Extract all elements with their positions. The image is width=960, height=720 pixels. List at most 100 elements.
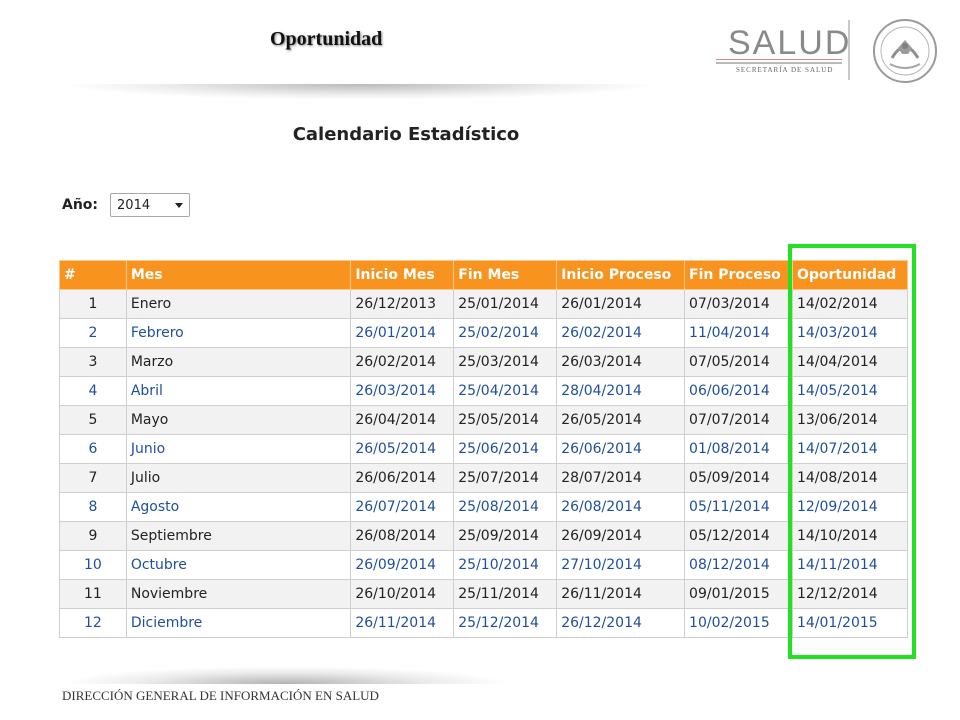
cell-inicio-proceso: 26/02/2014 — [556, 318, 686, 348]
cell-oportunidad: 14/03/2014 — [791, 318, 909, 348]
cell-mes: Enero — [125, 289, 352, 319]
cell-fin-mes: 25/10/2014 — [453, 550, 558, 580]
cell-inicio-proceso: 26/06/2014 — [556, 434, 686, 464]
cell-number: 8 — [59, 492, 127, 522]
cell-fin-proceso: 06/06/2014 — [684, 376, 793, 406]
cell-oportunidad: 12/12/2014 — [791, 579, 909, 609]
cell-inicio-proceso: 27/10/2014 — [556, 550, 686, 580]
page-heading: Calendario Estadístico — [292, 124, 520, 145]
cell-number: 2 — [59, 318, 127, 348]
column-header-inicio-proceso: Inicio Proceso — [556, 260, 686, 290]
cell-inicio-proceso: 26/08/2014 — [556, 492, 686, 522]
salud-logo-subtext: SECRETARÍA DE SALUD — [736, 66, 834, 74]
cell-inicio-proceso: 26/09/2014 — [556, 521, 686, 551]
table-row: 4 Abril 26/03/2014 25/04/2014 28/04/2014 06/0… — [59, 376, 909, 406]
column-header-fin-proceso: Fin Proceso — [684, 260, 793, 290]
cell-oportunidad: 13/06/2014 — [791, 405, 909, 435]
cell-fin-proceso: 09/01/2015 — [684, 579, 793, 609]
cell-inicio-mes: 26/03/2014 — [350, 376, 455, 406]
table-row: 5 Mayo 26/04/2014 25/05/2014 26/05/2014 07/07… — [59, 405, 909, 435]
cell-oportunidad: 12/09/2014 — [791, 492, 909, 522]
cell-fin-mes: 25/05/2014 — [453, 405, 558, 435]
cell-inicio-mes: 26/12/2013 — [350, 289, 455, 319]
cell-mes: Mayo — [125, 405, 352, 435]
cell-inicio-proceso: 28/04/2014 — [556, 376, 686, 406]
cell-fin-proceso: 10/02/2015 — [684, 608, 793, 638]
cell-fin-proceso: 07/05/2014 — [684, 347, 793, 377]
cell-oportunidad: 14/05/2014 — [791, 376, 909, 406]
table-row: 2 Febrero 26/01/2014 25/02/2014 26/02/2014 11… — [59, 318, 909, 348]
cell-inicio-proceso: 26/12/2014 — [556, 608, 686, 638]
table-row: 7 Julio 26/06/2014 25/07/2014 28/07/2014 05/0… — [59, 463, 909, 493]
cell-fin-mes: 25/12/2014 — [453, 608, 558, 638]
cell-oportunidad: 14/04/2014 — [791, 347, 909, 377]
cell-oportunidad: 14/08/2014 — [791, 463, 909, 493]
cell-mes: Febrero — [125, 318, 352, 348]
cell-fin-mes: 25/01/2014 — [453, 289, 558, 319]
header-shadow — [60, 84, 660, 100]
table-row: 11 Noviembre 26/10/2014 25/11/2014 26/11/201… — [59, 579, 909, 609]
logo-accent-line — [716, 59, 842, 60]
salud-logo-text: SALUD — [728, 24, 852, 62]
year-select-value: 2014 — [117, 197, 151, 213]
cell-mes: Julio — [125, 463, 352, 493]
cell-mes: Diciembre — [125, 608, 352, 638]
cell-number: 10 — [59, 550, 127, 580]
cell-mes: Octubre — [125, 550, 352, 580]
table-body: 1 Enero 26/12/2013 25/01/2014 26/01/2014 07/0… — [59, 289, 909, 638]
column-header-number: # — [59, 260, 127, 290]
cell-mes: Septiembre — [125, 521, 352, 551]
cell-mes: Marzo — [125, 347, 352, 377]
table-row: 6 Junio 26/05/2014 25/06/2014 26/06/2014 01/0… — [59, 434, 909, 464]
cell-fin-proceso: 07/07/2014 — [684, 405, 793, 435]
cell-inicio-mes: 26/02/2014 — [350, 347, 455, 377]
cell-inicio-mes: 26/01/2014 — [350, 318, 455, 348]
cell-oportunidad: 14/02/2014 — [791, 289, 909, 319]
table-row: 10 Octubre 26/09/2014 25/10/2014 27/10/2014 0… — [59, 550, 909, 580]
cell-fin-mes: 25/07/2014 — [453, 463, 558, 493]
cell-inicio-mes: 26/11/2014 — [350, 608, 455, 638]
cell-fin-proceso: 11/04/2014 — [684, 318, 793, 348]
cell-fin-proceso: 08/12/2014 — [684, 550, 793, 580]
cell-fin-proceso: 05/11/2014 — [684, 492, 793, 522]
slide-title: Oportunidad — [270, 28, 383, 50]
cell-number: 3 — [59, 347, 127, 377]
cell-oportunidad: 14/07/2014 — [791, 434, 909, 464]
salud-logo: SALUD SECRETARÍA DE SALUD — [712, 18, 942, 90]
footer-shadow — [60, 666, 510, 684]
year-select[interactable]: 2014 — [110, 193, 191, 217]
cell-inicio-mes: 26/04/2014 — [350, 405, 455, 435]
cell-oportunidad: 14/11/2014 — [791, 550, 909, 580]
table-row: 9 Septiembre 26/08/2014 25/09/2014 26/09/201… — [59, 521, 909, 551]
cell-oportunidad: 14/01/2015 — [791, 608, 909, 638]
cell-fin-mes: 25/11/2014 — [453, 579, 558, 609]
chevron-down-icon — [175, 202, 184, 208]
table-row: 12 Diciembre 26/11/2014 25/12/2014 26/12/201… — [59, 608, 909, 638]
cell-inicio-proceso: 28/07/2014 — [556, 463, 686, 493]
column-header-inicio-mes: Inicio Mes — [350, 260, 455, 290]
cell-mes: Noviembre — [125, 579, 352, 609]
table-row: 8 Agosto 26/07/2014 25/08/2014 26/08/2014 05/… — [59, 492, 909, 522]
cell-number: 5 — [59, 405, 127, 435]
cell-fin-proceso: 01/08/2014 — [684, 434, 793, 464]
cell-inicio-proceso: 26/01/2014 — [556, 289, 686, 319]
calendar-table: # Mes Inicio Mes Fin Mes Inicio Proceso … — [59, 260, 909, 638]
cell-inicio-proceso: 26/05/2014 — [556, 405, 686, 435]
cell-inicio-mes: 26/07/2014 — [350, 492, 455, 522]
cell-mes: Junio — [125, 434, 352, 464]
cell-number: 1 — [59, 289, 127, 319]
cell-fin-mes: 25/06/2014 — [453, 434, 558, 464]
cell-fin-mes: 25/09/2014 — [453, 521, 558, 551]
table-row: 3 Marzo 26/02/2014 25/03/2014 26/03/2014 07/0… — [59, 347, 909, 377]
cell-number: 4 — [59, 376, 127, 406]
cell-inicio-mes: 26/05/2014 — [350, 434, 455, 464]
cell-oportunidad: 14/10/2014 — [791, 521, 909, 551]
cell-inicio-mes: 26/09/2014 — [350, 550, 455, 580]
cell-number: 7 — [59, 463, 127, 493]
cell-mes: Abril — [125, 376, 352, 406]
logo-divider — [848, 20, 850, 80]
table-header-row: # Mes Inicio Mes Fin Mes Inicio Proceso … — [59, 260, 909, 290]
cell-number: 6 — [59, 434, 127, 464]
column-header-oportunidad: Oportunidad — [791, 260, 909, 290]
cell-fin-mes: 25/04/2014 — [453, 376, 558, 406]
